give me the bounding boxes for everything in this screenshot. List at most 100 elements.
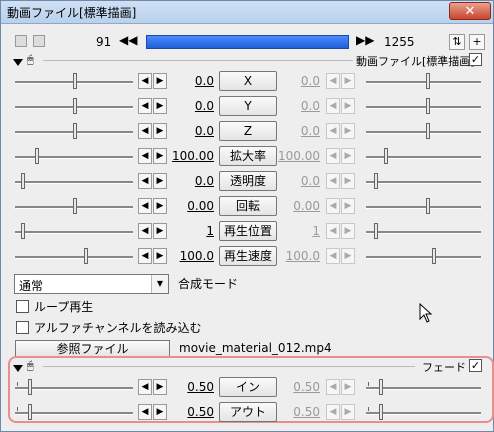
end-slider-thumb[interactable]: [379, 379, 383, 395]
end-slider-track[interactable]: [366, 256, 481, 259]
end-value[interactable]: 100.00: [260, 149, 320, 163]
end-increment-button[interactable]: ▶: [341, 123, 355, 139]
end-value[interactable]: 0.50: [260, 405, 320, 419]
decrement-button[interactable]: ◀: [138, 198, 152, 214]
start-value[interactable]: 0.50: [154, 380, 214, 394]
end-increment-button[interactable]: ▶: [341, 404, 355, 420]
start-value[interactable]: 100.0: [154, 249, 214, 263]
start-value[interactable]: 0.00: [154, 199, 214, 213]
start-slider-track[interactable]: [15, 256, 133, 259]
end-value[interactable]: 0.00: [260, 199, 320, 213]
split-icon[interactable]: [15, 35, 27, 47]
decrement-button[interactable]: ◀: [138, 248, 152, 264]
end-value[interactable]: 100.0: [260, 249, 320, 263]
end-slider-thumb[interactable]: [426, 98, 430, 114]
start-slider-thumb[interactable]: [28, 404, 32, 420]
end-slider-thumb[interactable]: [379, 404, 383, 420]
end-value[interactable]: 0.0: [260, 124, 320, 138]
decrement-button[interactable]: ◀: [138, 379, 152, 395]
decrement-button[interactable]: ◀: [138, 148, 152, 164]
end-increment-button[interactable]: ▶: [341, 98, 355, 114]
end-slider-thumb[interactable]: [426, 73, 430, 89]
start-slider-track[interactable]: [15, 156, 133, 159]
start-slider-track[interactable]: [15, 181, 133, 184]
end-decrement-button[interactable]: ◀: [326, 98, 340, 114]
end-slider-thumb[interactable]: [426, 198, 430, 214]
end-decrement-button[interactable]: ◀: [326, 404, 340, 420]
start-slider-track[interactable]: [15, 412, 133, 415]
decrement-button[interactable]: ◀: [138, 404, 152, 420]
decrement-button[interactable]: ◀: [138, 98, 152, 114]
start-slider-thumb[interactable]: [73, 73, 77, 89]
start-slider-track[interactable]: [15, 387, 133, 390]
end-slider-thumb[interactable]: [432, 248, 436, 264]
section-enable-checkbox[interactable]: ✓: [469, 53, 482, 66]
end-decrement-button[interactable]: ◀: [326, 248, 340, 264]
end-decrement-button[interactable]: ◀: [326, 223, 340, 239]
blend-mode-select[interactable]: 通常 ▼: [14, 274, 169, 294]
end-increment-button[interactable]: ▶: [341, 379, 355, 395]
end-value[interactable]: 0.0: [260, 74, 320, 88]
end-slider-thumb[interactable]: [374, 223, 378, 239]
end-slider-track[interactable]: [366, 106, 481, 109]
decrement-button[interactable]: ◀: [138, 123, 152, 139]
end-slider-thumb[interactable]: [384, 148, 388, 164]
start-slider-track[interactable]: [15, 231, 133, 234]
fade-collapse-icon[interactable]: [13, 365, 23, 372]
end-increment-button[interactable]: ▶: [341, 173, 355, 189]
prev-keyframe-button[interactable]: ◀◀: [119, 33, 137, 47]
end-value[interactable]: 0.50: [260, 380, 320, 394]
start-slider-thumb[interactable]: [73, 123, 77, 139]
add-filter-icon[interactable]: +: [469, 34, 485, 50]
loop-playback-checkbox[interactable]: [16, 300, 29, 313]
start-value[interactable]: 1: [154, 224, 214, 238]
start-slider-thumb[interactable]: [84, 248, 88, 264]
sync-icon[interactable]: ⇅: [449, 34, 465, 50]
start-value[interactable]: 100.00: [154, 149, 214, 163]
next-keyframe-button[interactable]: ▶▶: [356, 33, 374, 47]
collapse-icon[interactable]: [13, 59, 23, 66]
decrement-button[interactable]: ◀: [138, 173, 152, 189]
fade-enable-checkbox[interactable]: ✓: [469, 359, 482, 372]
start-slider-thumb[interactable]: [73, 198, 77, 214]
end-value[interactable]: 1: [260, 224, 320, 238]
end-slider-track[interactable]: [366, 206, 481, 209]
end-increment-button[interactable]: ▶: [341, 223, 355, 239]
end-slider-thumb[interactable]: [374, 173, 378, 189]
decrement-button[interactable]: ◀: [138, 223, 152, 239]
end-increment-button[interactable]: ▶: [341, 198, 355, 214]
start-slider-thumb[interactable]: [28, 379, 32, 395]
end-increment-button[interactable]: ▶: [341, 248, 355, 264]
end-slider-track[interactable]: [366, 81, 481, 84]
end-slider-thumb[interactable]: [426, 123, 430, 139]
start-slider-thumb[interactable]: [21, 173, 25, 189]
end-slider-track[interactable]: [366, 387, 481, 390]
start-slider-thumb[interactable]: [21, 223, 25, 239]
start-slider-thumb[interactable]: [35, 148, 39, 164]
start-value[interactable]: 0.0: [154, 124, 214, 138]
alpha-channel-checkbox[interactable]: [16, 321, 29, 334]
end-value[interactable]: 0.0: [260, 174, 320, 188]
start-value[interactable]: 0.50: [154, 405, 214, 419]
start-slider-thumb[interactable]: [73, 98, 77, 114]
frame-icon[interactable]: [33, 35, 45, 47]
start-value[interactable]: 0.0: [154, 99, 214, 113]
close-button[interactable]: ✕: [449, 2, 491, 20]
end-value[interactable]: 0.0: [260, 99, 320, 113]
timeline-bar[interactable]: [146, 35, 349, 49]
end-increment-button[interactable]: ▶: [341, 148, 355, 164]
end-decrement-button[interactable]: ◀: [326, 198, 340, 214]
end-slider-track[interactable]: [366, 412, 481, 415]
start-value[interactable]: 0.0: [154, 74, 214, 88]
end-decrement-button[interactable]: ◀: [326, 379, 340, 395]
end-decrement-button[interactable]: ◀: [326, 148, 340, 164]
end-slider-track[interactable]: [366, 131, 481, 134]
end-decrement-button[interactable]: ◀: [326, 73, 340, 89]
end-increment-button[interactable]: ▶: [341, 73, 355, 89]
decrement-button[interactable]: ◀: [138, 73, 152, 89]
end-decrement-button[interactable]: ◀: [326, 123, 340, 139]
end-slider-track[interactable]: [366, 181, 481, 184]
end-decrement-button[interactable]: ◀: [326, 173, 340, 189]
end-slider-track[interactable]: [366, 231, 481, 234]
start-value[interactable]: 0.0: [154, 174, 214, 188]
